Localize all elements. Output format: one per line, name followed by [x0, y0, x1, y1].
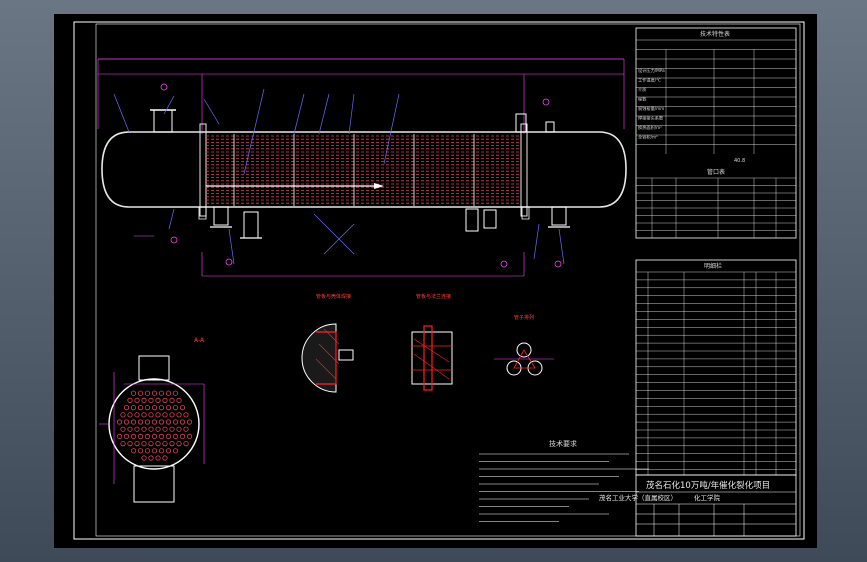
tech-row-label: 腐蚀裕量/mm — [638, 105, 664, 112]
right-tables: 技术特性表 设计压力/MPa 工作温度/℃ 介质程数腐蚀裕量/mm 焊接接头系数换热面… — [599, 27, 797, 537]
tech-row-label: 工作温度/℃ — [638, 77, 661, 84]
tech-summary-value: 40.8 — [734, 158, 745, 164]
technical-notes: 技术要求 — [479, 439, 649, 522]
project-title: 茂名石化10万吨/年催化裂化项目 — [646, 480, 770, 491]
tech-row-label: 换热面积/m² — [638, 124, 662, 131]
section-label: A-A — [194, 337, 205, 344]
tech-row-label: 焊接接头系数 — [638, 115, 664, 122]
nozzle-table-title: 管口表 — [707, 168, 725, 176]
dept-name: 化工学院 — [694, 493, 721, 502]
detail-b-label: 管板与法兰连接 — [416, 293, 451, 300]
drawing-sheet: 管板与壳体焊接 管板与法兰连接 管子排列 A-A 技术要求 技术特性表 设计压力… — [73, 21, 805, 540]
cad-viewport[interactable]: 管板与壳体焊接 管板与法兰连接 管子排列 A-A 技术要求 技术特性表 设计压力… — [54, 14, 817, 548]
detail-a-label: 管板与壳体焊接 — [316, 293, 351, 300]
tech-row-label: 设计压力/MPa — [638, 67, 665, 74]
tech-row-label: 全容积/m³ — [638, 134, 658, 141]
detail-c-label: 管子排列 — [514, 314, 534, 321]
tech-row-label: 介质 — [638, 86, 646, 93]
school-name: 茂名工业大学（直属校区） — [599, 493, 677, 502]
detail-views: 管板与壳体焊接 管板与法兰连接 管子排列 A-A — [99, 293, 554, 503]
parts-table-title: 明细栏 — [704, 262, 722, 270]
notes-title: 技术要求 — [549, 439, 577, 448]
tech-table-title: 技术特性表 — [700, 30, 730, 38]
tech-row-label: 程数 — [638, 96, 647, 103]
vessel-elevation — [97, 58, 627, 277]
